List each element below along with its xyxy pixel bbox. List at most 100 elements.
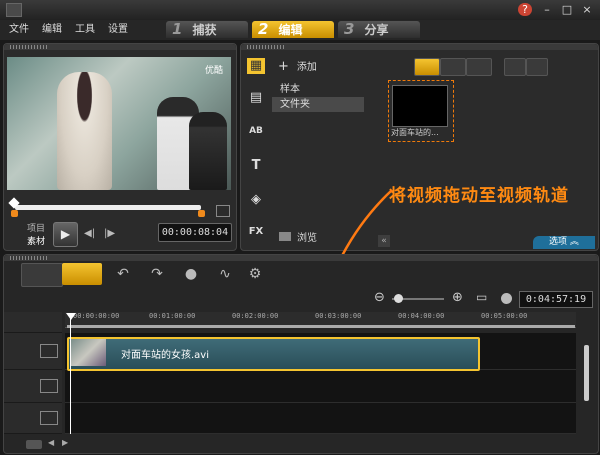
step-number: 2 xyxy=(258,20,269,38)
undo-icon[interactable]: ↶ xyxy=(112,263,134,285)
sort-icon[interactable] xyxy=(556,58,572,74)
show-videos-icon[interactable] xyxy=(414,58,440,76)
grip-dots xyxy=(10,256,48,260)
clip-thumbnail xyxy=(71,339,106,366)
folder-item-sample[interactable]: 样本 xyxy=(272,82,364,97)
tab-share[interactable]: 3 分享 xyxy=(338,21,420,38)
ruler-label: 00:03:00:00 xyxy=(315,312,362,320)
panel-grip xyxy=(4,255,598,261)
clip-thumbnail-caption: 对面车站的... xyxy=(391,128,439,137)
clip-name: 对面车站的女孩.avi xyxy=(121,350,210,361)
track-manager-header[interactable] xyxy=(4,312,62,333)
folder-item-folder[interactable]: 文件夹 xyxy=(272,97,364,112)
menu-file[interactable]: 文件 xyxy=(9,20,29,40)
ruler-label: 00:01:00:00 xyxy=(149,312,196,320)
help-icon[interactable]: ? xyxy=(518,3,532,16)
ruler-label: 00:02:00:00 xyxy=(232,312,279,320)
zoom-slider-handle[interactable] xyxy=(394,294,403,303)
zoom-in-icon[interactable]: ⊕ xyxy=(452,290,463,305)
folder-list: 样本 文件夹 xyxy=(272,82,364,112)
scroll-right-icon[interactable]: ▶ xyxy=(62,438,68,447)
trim-marker-end[interactable] xyxy=(198,210,205,217)
grip-dots xyxy=(247,45,285,49)
menu-tools[interactable]: 工具 xyxy=(75,20,95,40)
panel-grip xyxy=(241,44,598,50)
tab-edit[interactable]: 2 编辑 xyxy=(252,21,334,38)
close-button[interactable]: × xyxy=(580,3,594,16)
tab-label: 捕获 xyxy=(192,23,217,37)
playhead-handle[interactable] xyxy=(66,313,76,320)
step-number: 3 xyxy=(344,20,355,38)
person-figure xyxy=(189,112,227,190)
tab-label: 分享 xyxy=(364,23,389,37)
plus-icon: + xyxy=(278,59,289,74)
zoom-out-icon[interactable]: ⊖ xyxy=(374,290,385,305)
mode-project[interactable]: 项目 xyxy=(27,221,45,234)
sound-mixer-icon[interactable]: ∿ xyxy=(214,263,236,285)
title-track-header xyxy=(4,403,62,434)
list-view-icon[interactable] xyxy=(504,58,526,76)
library-nav: ▦ ▤ AB T ◈ FX xyxy=(244,54,268,244)
overlay-track-header xyxy=(4,370,62,403)
app-icon[interactable] xyxy=(6,3,22,17)
overlay-track-icon[interactable] xyxy=(40,379,58,393)
mode-clip[interactable]: 素材 xyxy=(27,234,45,247)
minimize-button[interactable]: – xyxy=(540,3,554,16)
play-button[interactable]: ▶ xyxy=(53,222,78,247)
tab-label: 编辑 xyxy=(278,23,303,37)
zoom-to-fit-icon[interactable] xyxy=(26,440,42,449)
transition-icon[interactable]: ▤ xyxy=(247,90,265,106)
panel-grip xyxy=(4,44,236,50)
video-preview: 优酷 xyxy=(7,57,231,190)
import-folder-icon[interactable] xyxy=(387,58,403,74)
redo-icon[interactable]: ↷ xyxy=(146,263,168,285)
project-range-bar xyxy=(67,325,575,328)
tab-capture[interactable]: 1 捕获 xyxy=(166,21,248,38)
storyboard-view-icon[interactable] xyxy=(21,263,63,287)
ruler-label: 00:00:00:00 xyxy=(73,312,120,320)
grip-dots xyxy=(10,45,48,49)
enlarge-preview-icon[interactable] xyxy=(216,205,230,217)
title-bar xyxy=(0,0,600,20)
title-track-icon[interactable] xyxy=(40,411,58,425)
instruction-annotation: 将视频拖动至视频轨道 xyxy=(389,186,569,206)
timeline-toolbar: ↶ ↷ ● ∿ ⚙ xyxy=(4,263,596,287)
project-duration-timecode[interactable]: 0:04:57:19 xyxy=(519,291,593,308)
show-photos-icon[interactable] xyxy=(440,58,466,76)
show-audio-icon[interactable] xyxy=(466,58,492,76)
options-label: 选项 xyxy=(549,237,568,247)
clock-icon xyxy=(501,293,512,304)
playhead-line[interactable] xyxy=(70,316,71,434)
thumbnail-view-icon[interactable] xyxy=(526,58,548,76)
options-button[interactable]: 选项 ︽ xyxy=(533,236,595,249)
scrubber-track[interactable] xyxy=(15,205,201,210)
menu-edit[interactable]: 编辑 xyxy=(42,20,62,40)
title-track[interactable] xyxy=(65,403,576,434)
video-track-icon[interactable] xyxy=(40,344,58,358)
overlay-track[interactable] xyxy=(65,370,576,403)
timeline-view-icon[interactable] xyxy=(62,263,102,285)
add-folder-button[interactable]: + 添加 xyxy=(278,58,317,74)
next-frame-button[interactable]: |▶ xyxy=(104,228,115,239)
fx-icon[interactable]: FX xyxy=(247,226,265,242)
timeline-vertical-scrollbar[interactable] xyxy=(584,345,589,401)
person-figure xyxy=(57,72,112,190)
ruler-label: 00:05:00:00 xyxy=(481,312,528,320)
auto-music-icon[interactable]: ⚙ xyxy=(244,263,266,285)
text-icon[interactable]: T xyxy=(247,158,265,174)
fit-project-icon[interactable]: ▭ xyxy=(476,290,487,304)
preview-timecode[interactable]: 00:00:08:04 xyxy=(158,223,232,242)
clip-thumbnail-image xyxy=(392,85,448,127)
media-icon[interactable]: ▦ xyxy=(247,58,265,74)
scroll-left-icon[interactable]: ◀ xyxy=(48,438,54,447)
step-number: 1 xyxy=(172,20,183,38)
prev-frame-button[interactable]: ◀| xyxy=(84,228,95,239)
library-toolbar xyxy=(384,58,580,76)
maximize-button[interactable]: □ xyxy=(560,3,574,16)
title-icon[interactable]: AB xyxy=(247,126,265,142)
menu-settings[interactable]: 设置 xyxy=(108,20,128,40)
graphic-icon[interactable]: ◈ xyxy=(247,192,265,208)
trim-marker-start[interactable] xyxy=(11,210,18,217)
video-track-header xyxy=(4,333,62,370)
record-capture-icon[interactable]: ● xyxy=(180,263,202,285)
